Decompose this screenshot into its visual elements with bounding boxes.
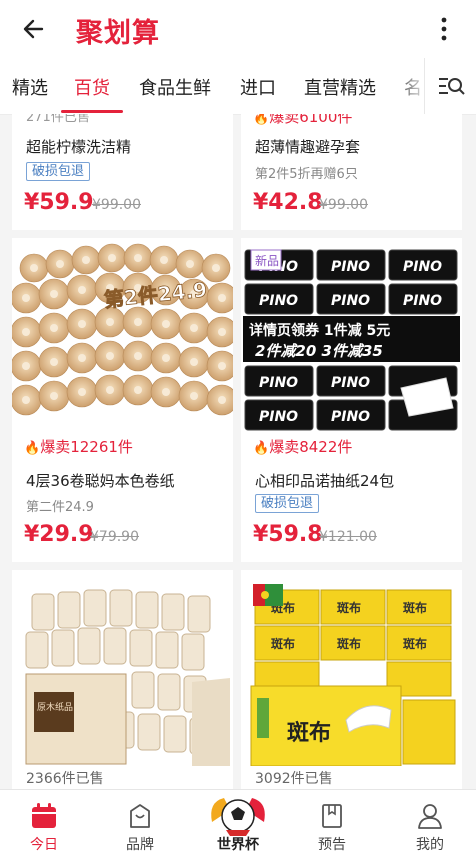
flame-icon: 🔥 [253,114,270,126]
product-subtitle: 第2件5折再赠6只 [255,167,358,182]
product-card[interactable]: 271件已售 超能柠檬洗洁精 破损包退 ¥59.9 ¥99.00 [12,114,233,230]
product-image: PINOPINOPINO PINOPINOPINO PINOPINO PINOP… [241,238,462,434]
category-tabs: 精选 百货 食品生鲜 进口 直营精选 名 [0,58,476,115]
more-vertical-icon[interactable] [436,14,452,44]
product-title: 超薄情趣避孕套 [255,138,361,156]
product-card[interactable]: 第2件24.9 🔥爆卖12261件 4层36卷聪妈本色卷纸 第二件24.9 ¥2… [12,238,233,562]
svg-text:PINO: PINO [403,259,442,275]
svg-text:斑布: 斑布 [403,600,427,615]
promo-line-2: 2件减20 3件减35 [255,342,383,360]
svg-text:PINO: PINO [403,293,442,309]
svg-text:斑布: 斑布 [403,636,427,651]
product-title: 4层36卷聪妈本色卷纸 [26,472,175,490]
guarantee-tag: 破损包退 [255,494,320,513]
product-card[interactable]: 斑布 斑布 斑布 斑布 斑布 斑布 斑布 3092件已售 [241,570,462,789]
sales-count: 2366件已售 [26,771,104,787]
nav-world-cup[interactable]: 世界杯 [198,790,278,867]
guarantee-tag: 破损包退 [26,162,91,181]
svg-text:PINO: PINO [331,259,370,275]
product-image: 第2件24.9 [12,238,233,434]
svg-text:PINO: PINO [259,293,298,309]
nav-label: 我的 [416,837,444,853]
back-arrow-icon[interactable] [20,14,50,44]
original-price: ¥99.00 [92,197,141,213]
product-card[interactable]: 🔥爆卖6100件 超薄情趣避孕套 第2件5折再赠6只 ¥42.8 ¥99.00 [241,114,462,230]
tab-jingxuan[interactable]: 精选 [12,74,48,100]
tab-food[interactable]: 食品生鲜 [139,74,211,100]
product-price: ¥59.9 [24,190,94,215]
flame-icon: 🔥 [24,441,41,456]
category-menu-button[interactable] [424,58,476,114]
shopping-bag-icon [130,804,150,828]
flame-icon: 🔥 [253,441,270,456]
svg-text:PINO: PINO [259,375,298,391]
nav-brand[interactable]: 品牌 [100,790,180,867]
product-card[interactable]: 原木纸品 2366件已售 [12,570,233,789]
active-tab-indicator [61,110,123,113]
product-price: ¥59.8 [253,522,323,547]
product-title: 超能柠檬洗洁精 [26,138,132,156]
product-card[interactable]: PINOPINOPINO PINOPINOPINO PINOPINO PINOP… [241,238,462,562]
promo-line-1: 详情页领券 1件减 5元 [249,322,390,339]
sales-count: 🔥爆卖12261件 [24,438,133,456]
nav-label: 预告 [318,837,346,853]
svg-text:斑布: 斑布 [337,600,361,615]
product-price: ¥42.8 [253,190,323,215]
bottom-nav: 今日 品牌 世界杯 预告 我的 [0,789,476,867]
svg-text:PINO: PINO [331,375,370,391]
brand-text: 原木纸品 [37,701,73,713]
new-badge: 新品 [255,253,279,268]
sales-count: 🔥爆卖8422件 [253,438,353,456]
nav-today[interactable]: 今日 [4,790,84,867]
nav-label: 今日 [30,837,58,853]
nav-label: 世界杯 [217,837,259,853]
soccer-ball-icon [211,798,265,836]
top-bar: 聚划算 [0,0,476,58]
nav-preview[interactable]: 预告 [292,790,372,867]
product-price: ¥29.9 [24,522,94,547]
user-icon [418,804,442,829]
calendar-icon [32,803,56,828]
original-price: ¥121.00 [319,529,377,545]
brand-logo: 聚划算 [76,18,160,49]
product-title: 心相印品诺抽纸24包 [255,472,395,490]
nav-me[interactable]: 我的 [390,790,470,867]
svg-text:PINO: PINO [331,409,370,425]
original-price: ¥99.00 [319,197,368,213]
brand-text: 斑布 [287,720,331,746]
svg-text:斑布: 斑布 [271,636,295,651]
tab-direct[interactable]: 直营精选 [304,74,376,100]
original-price: ¥79.90 [90,529,139,545]
sales-count: 3092件已售 [255,771,333,787]
product-image: 斑布 斑布 斑布 斑布 斑布 斑布 斑布 [241,570,462,766]
list-search-icon [439,78,465,95]
tab-import[interactable]: 进口 [240,74,276,100]
svg-text:PINO: PINO [259,409,298,425]
product-image: 原木纸品 [12,570,233,766]
nav-label: 品牌 [126,837,154,853]
product-subtitle: 第二件24.9 [26,500,94,515]
svg-text:PINO: PINO [331,293,370,309]
sales-count: 🔥爆卖6100件 [253,114,352,127]
tab-baihuo[interactable]: 百货 [74,74,110,100]
svg-text:斑布: 斑布 [337,636,361,651]
bookmark-icon [322,804,342,828]
sales-count: 271件已售 [26,114,90,125]
